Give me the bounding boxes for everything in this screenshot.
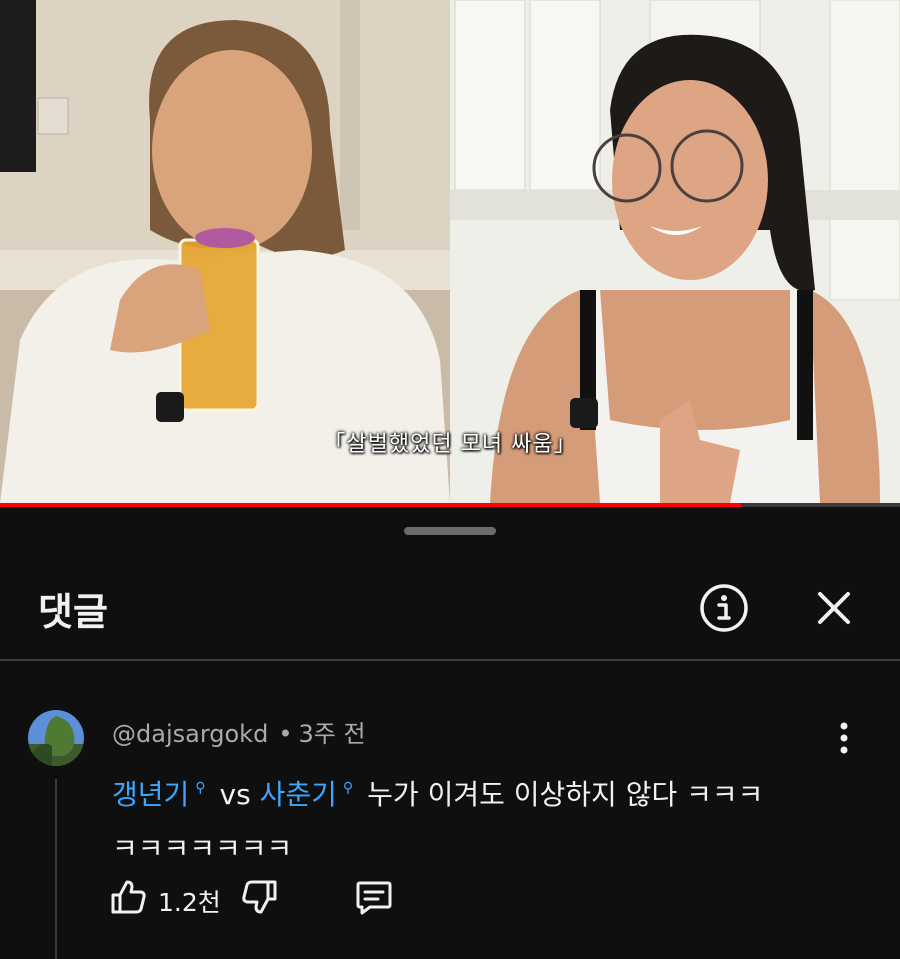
meta-separator: • bbox=[278, 720, 293, 748]
comment-time: 3주 전 bbox=[298, 720, 366, 748]
avatar-image bbox=[28, 710, 84, 766]
like-button[interactable] bbox=[108, 877, 148, 921]
search-link-2-label: 사춘기 bbox=[259, 778, 337, 811]
avatar[interactable] bbox=[28, 710, 84, 766]
drag-handle[interactable] bbox=[404, 527, 496, 535]
video-subtitle: 「살벌했었던 모녀 싸움」 bbox=[323, 432, 577, 457]
comment-meta: @dajsargokd • 3주 전 bbox=[112, 714, 366, 749]
reply-icon bbox=[356, 881, 392, 915]
more-vertical-icon bbox=[840, 722, 848, 754]
comment-body: 갱년기 ⚲ vs 사춘기 ⚲ 누가 이겨도 이상하지 않다 ㅋㅋㅋ ㅋㅋㅋㅋㅋㅋㅋ bbox=[112, 761, 842, 876]
like-count: 1.2천 bbox=[158, 888, 221, 917]
comment-text-line2: ㅋㅋㅋㅋㅋㅋㅋ bbox=[112, 832, 293, 865]
comment-text-line1: 누가 이겨도 이상하지 않다 ㅋㅋㅋ bbox=[367, 778, 764, 811]
close-button[interactable] bbox=[808, 582, 860, 634]
video-player[interactable]: 「살벌했었던 모녀 싸움」 bbox=[0, 0, 900, 503]
dislike-button[interactable] bbox=[240, 877, 280, 921]
sheet-title: 댓글 bbox=[38, 590, 108, 634]
info-icon bbox=[700, 584, 748, 632]
info-button[interactable] bbox=[698, 582, 750, 634]
search-link-1-label: 갱년기 bbox=[112, 778, 190, 811]
thumbs-down-icon bbox=[242, 880, 277, 914]
thumbs-up-icon bbox=[111, 880, 146, 914]
header-divider bbox=[0, 659, 900, 661]
comment-author[interactable]: @dajsargokd bbox=[112, 720, 268, 748]
search-link-1[interactable]: 갱년기 ⚲ bbox=[112, 778, 220, 811]
search-link-2[interactable]: 사춘기 ⚲ bbox=[260, 778, 368, 811]
comment-more-button[interactable] bbox=[826, 719, 862, 759]
tv-screen bbox=[0, 0, 36, 172]
comment-vs: vs bbox=[219, 778, 251, 811]
comments-sheet: 댓글 @dajsargokd • 3주 전 갱년기 ⚲ vs 사춘기 ⚲ 누가 … bbox=[0, 507, 900, 959]
search-icon: ⚲ bbox=[342, 780, 354, 796]
reply-button[interactable] bbox=[354, 877, 394, 921]
close-icon bbox=[818, 592, 850, 624]
search-icon: ⚲ bbox=[195, 780, 206, 796]
thread-line bbox=[55, 779, 57, 959]
